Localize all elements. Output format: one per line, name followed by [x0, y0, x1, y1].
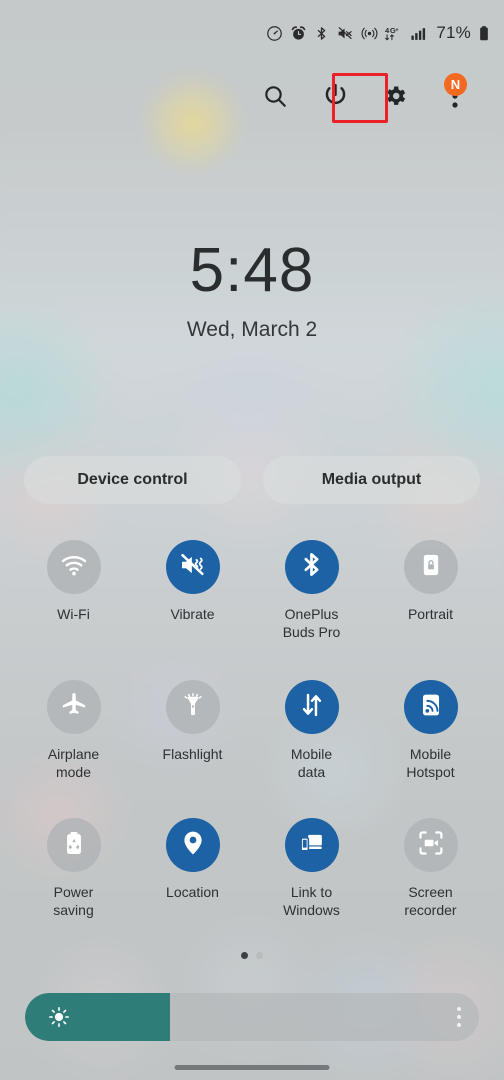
status-bar: 4 G + 71% — [0, 0, 504, 66]
quick-settings-tile-grid: Wi-Fi Vibrate OnePlus Buds Pro Portrait … — [14, 540, 490, 956]
bluetooth-icon — [298, 551, 325, 583]
network-4g-plus-icon: 4 G + — [385, 25, 403, 42]
tile-icon-circle — [284, 680, 339, 734]
brightness-slider[interactable] — [25, 993, 479, 1041]
wifi-icon — [60, 551, 88, 584]
brightness-sun-icon — [47, 1005, 71, 1029]
tile-label: Link to Windows — [283, 884, 340, 918]
tile-label: Screen recorder — [404, 884, 457, 918]
tile-airplane-mode[interactable]: Airplane mode — [14, 680, 133, 818]
page-indicator — [0, 952, 504, 959]
page-dot-1[interactable] — [241, 952, 248, 959]
tile-icon-circle — [165, 818, 220, 872]
shortcut-pill-row: Device control Media output — [24, 456, 480, 504]
tile-row: Airplane mode Flashlight Mobile data Mob… — [14, 680, 490, 818]
tile-screen-recorder[interactable]: Screen recorder — [371, 818, 490, 956]
mobile-data-icon — [298, 691, 326, 724]
clock-date: Wed, March 2 — [186, 318, 318, 341]
mute-icon — [336, 25, 354, 42]
device-control-button[interactable]: Device control — [24, 456, 241, 504]
tile-link-to-windows[interactable]: Link to Windows — [252, 818, 371, 956]
page-dot-2[interactable] — [256, 952, 263, 959]
tile-row: Power saving Location Link to Windows Sc… — [14, 818, 490, 956]
tile-label: Flashlight — [162, 746, 223, 762]
tile-icon-circle — [165, 680, 220, 734]
tile-label: Portrait — [407, 606, 454, 622]
clock-time: 5:48 — [189, 236, 315, 305]
svg-text:+: + — [396, 27, 399, 33]
power-button[interactable] — [320, 83, 350, 113]
tile-label: Mobile Hotspot — [406, 746, 455, 780]
bluetooth-icon — [314, 25, 329, 42]
tile-label: Vibrate — [170, 606, 215, 622]
lock-clock: 5:48 Wed, March 2 — [0, 240, 504, 342]
airplane-icon — [60, 691, 88, 724]
media-output-button[interactable]: Media output — [263, 456, 480, 504]
tile-label: Mobile data — [290, 746, 333, 780]
dashboard-icon — [266, 25, 283, 42]
tile-oneplus-buds-pro[interactable]: OnePlus Buds Pro — [252, 540, 371, 680]
signal-bars-icon — [410, 25, 427, 42]
battery-icon — [478, 25, 490, 42]
hotspot-icon — [361, 25, 378, 42]
tile-mobile-data[interactable]: Mobile data — [252, 680, 371, 818]
tile-row: Wi-Fi Vibrate OnePlus Buds Pro Portrait — [14, 540, 490, 680]
tile-icon-circle — [284, 540, 339, 594]
tile-label: OnePlus Buds Pro — [282, 606, 341, 640]
tile-icon-circle — [46, 818, 101, 872]
alarm-icon — [290, 25, 307, 42]
gear-icon — [382, 83, 408, 114]
tile-icon-circle — [284, 818, 339, 872]
power-icon — [322, 82, 349, 114]
screen-recorder-icon — [417, 829, 445, 862]
tile-icon-circle — [403, 540, 458, 594]
search-button[interactable] — [260, 83, 290, 113]
hotspot-icon — [418, 692, 444, 723]
tile-mobile-hotspot[interactable]: Mobile Hotspot — [371, 680, 490, 818]
link-to-windows-icon — [298, 829, 325, 861]
search-icon — [262, 83, 288, 114]
avatar[interactable]: N — [444, 73, 467, 96]
location-pin-icon — [179, 829, 207, 862]
overflow-menu-button[interactable]: N — [440, 73, 470, 113]
tile-label: Power saving — [53, 884, 94, 918]
brightness-overflow-menu-icon[interactable] — [457, 1007, 461, 1027]
tile-label: Location — [166, 884, 219, 900]
tile-icon-circle — [46, 540, 101, 594]
quick-settings-action-bar: N — [0, 72, 504, 124]
tile-icon-circle — [165, 540, 220, 594]
tile-flashlight[interactable]: Flashlight — [133, 680, 252, 818]
flashlight-icon — [180, 692, 206, 723]
tile-label: Airplane mode — [47, 746, 100, 780]
tile-power-saving[interactable]: Power saving — [14, 818, 133, 956]
tile-label: Wi-Fi — [57, 606, 90, 622]
rotation-lock-icon — [418, 552, 444, 583]
tile-location[interactable]: Location — [133, 818, 252, 956]
battery-percent-label: 71% — [436, 23, 471, 42]
battery-saver-icon — [61, 830, 87, 861]
home-gesture-bar[interactable] — [174, 1065, 330, 1070]
tile-portrait[interactable]: Portrait — [371, 540, 490, 680]
tile-icon-circle — [46, 680, 101, 734]
settings-button[interactable] — [380, 83, 410, 113]
vibrate-icon — [179, 551, 207, 584]
tile-vibrate[interactable]: Vibrate — [133, 540, 252, 680]
tile-icon-circle — [403, 818, 458, 872]
tile-icon-circle — [403, 680, 458, 734]
tile-wifi[interactable]: Wi-Fi — [14, 540, 133, 680]
